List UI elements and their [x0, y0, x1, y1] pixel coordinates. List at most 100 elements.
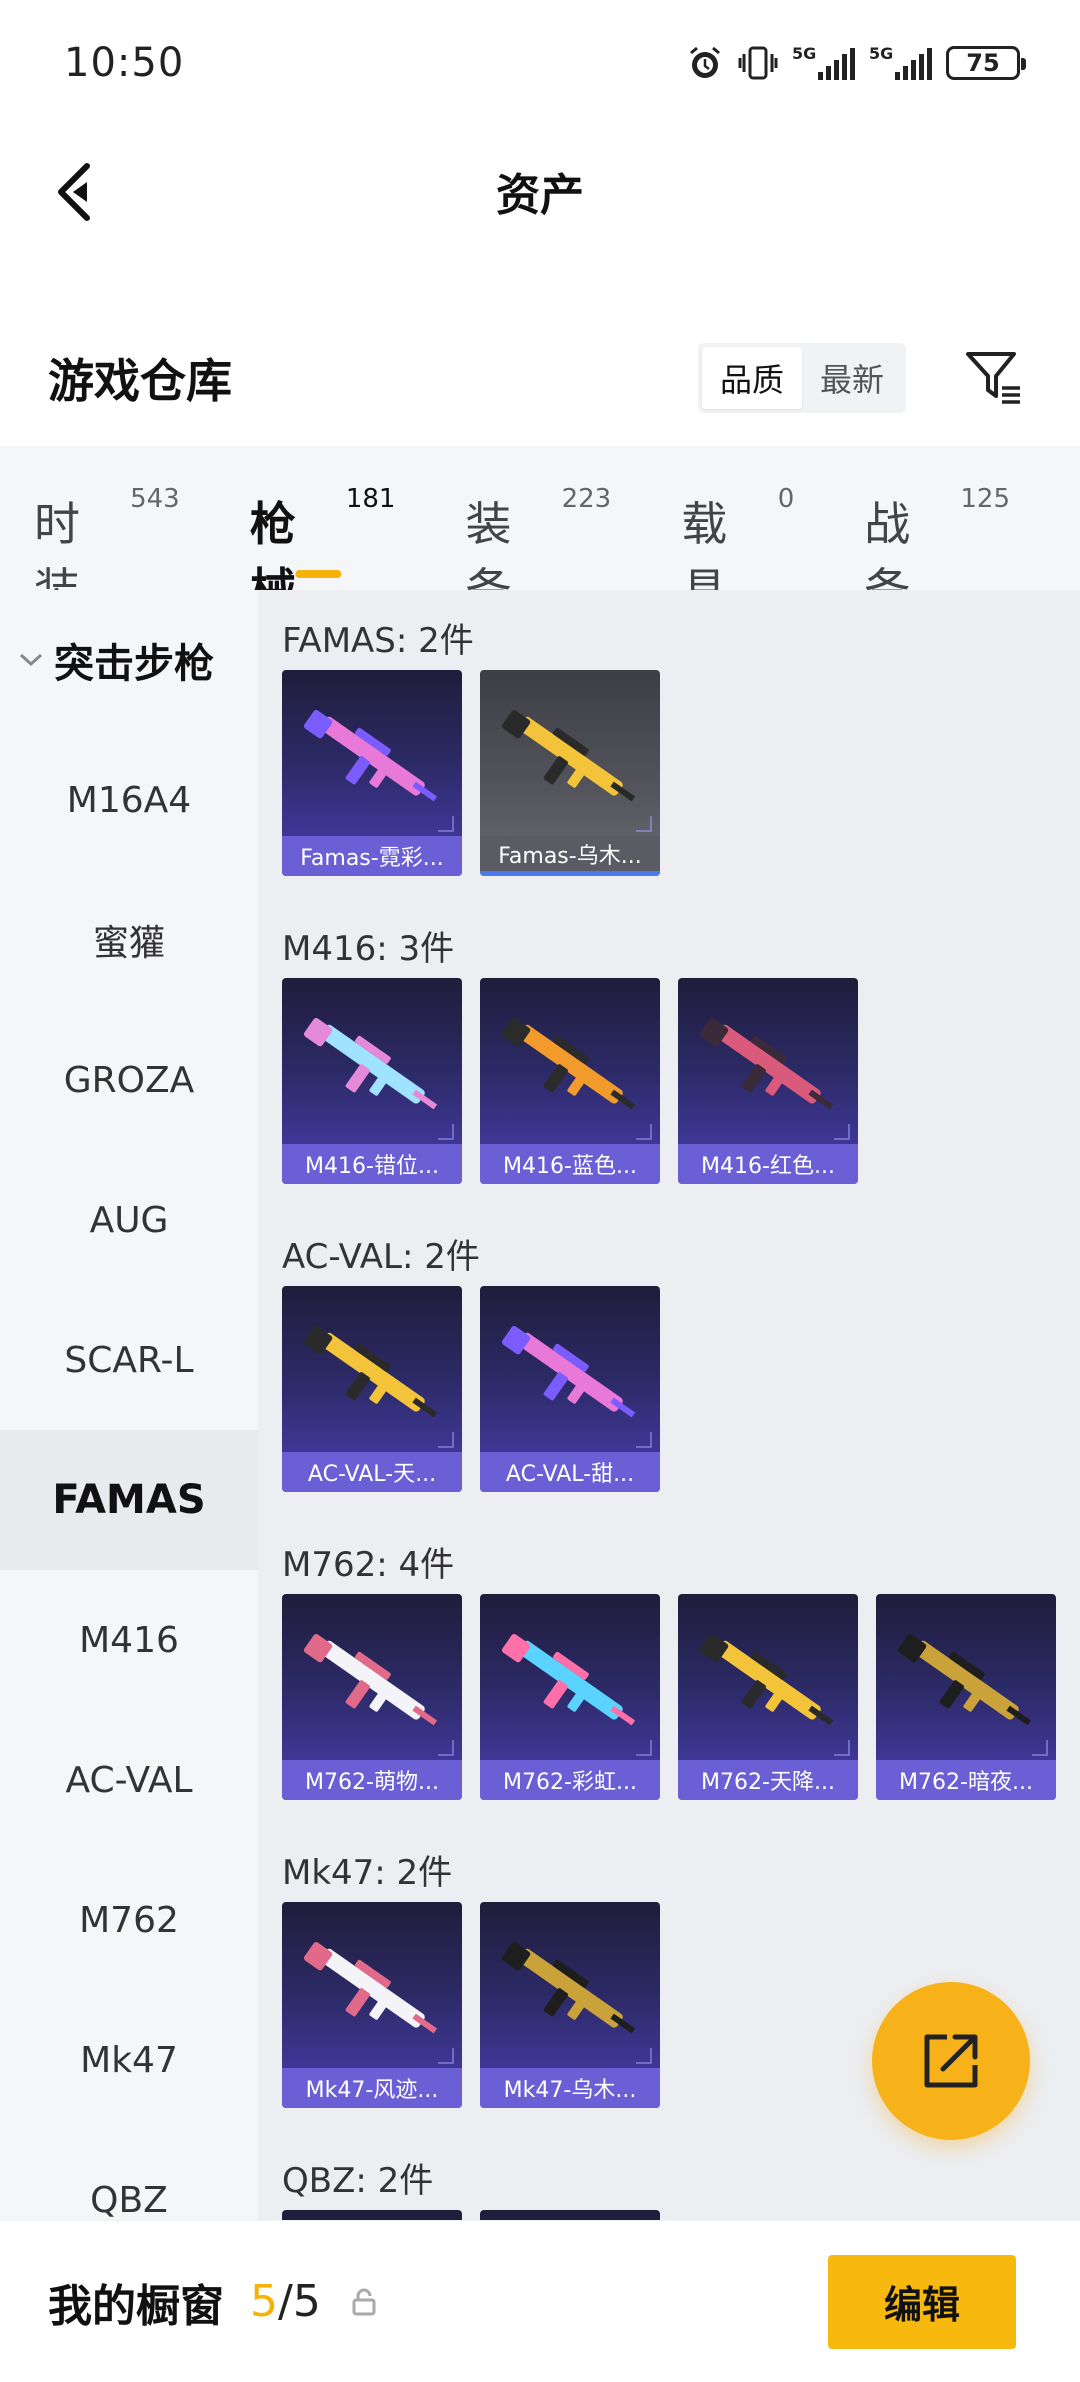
weapon-group-title: M416: 3件	[282, 928, 455, 969]
skin-card[interactable]: AC-VAL-甜...	[480, 1286, 660, 1492]
sort-toggle: 品质 最新	[698, 343, 906, 413]
card-corner-decoration	[1032, 1740, 1048, 1756]
card-corner-decoration	[438, 816, 454, 832]
skin-card-row: M762-萌物... M762-彩虹... M762-天降... M762-暗夜...	[282, 1594, 1080, 1822]
tab-vehicles[interactable]: 载具0	[681, 478, 794, 617]
sort-option-quality[interactable]: 品质	[702, 347, 802, 409]
sidebar-item-m16a4[interactable]: M16A4	[0, 730, 258, 870]
skin-card-row: AC-VAL-天... AC-VAL-甜...	[282, 1286, 1080, 1514]
skin-card[interactable]: M416-错位...	[282, 978, 462, 1184]
share-icon	[924, 2034, 978, 2088]
vibrate-icon	[738, 44, 778, 82]
share-button[interactable]	[872, 1982, 1030, 2140]
sidebar-item-ac-val[interactable]: AC-VAL	[0, 1710, 258, 1850]
skin-image	[490, 692, 650, 822]
skin-image	[490, 1616, 650, 1746]
back-arrow-icon	[58, 163, 90, 221]
status-bar: 10:50 5G 5G 75	[0, 0, 1080, 126]
skin-image	[292, 692, 452, 822]
skin-name: M762-彩虹...	[480, 1760, 660, 1800]
weapon-group: FAMAS: 2件 Famas-霓彩... Famas-乌木...	[282, 590, 1080, 898]
skin-name: Mk47-乌木...	[480, 2068, 660, 2108]
card-corner-decoration	[636, 2048, 652, 2064]
tab-supplies[interactable]: 战备125	[864, 478, 1010, 617]
sidebar-item-aug[interactable]: AUG	[0, 1150, 258, 1290]
skin-name: M762-天降...	[678, 1760, 858, 1800]
skin-card[interactable]: M416-蓝色...	[480, 978, 660, 1184]
sidebar-item-m416[interactable]: M416	[0, 1570, 258, 1710]
alarm-icon	[686, 44, 724, 82]
chevron-down-icon	[19, 653, 43, 667]
sidebar-item-m762[interactable]: M762	[0, 1850, 258, 1990]
skin-name: M762-暗夜...	[876, 1760, 1056, 1800]
skin-name: AC-VAL-天...	[282, 1452, 462, 1492]
sidebar-item-qbz[interactable]: QBZ	[0, 2130, 258, 2221]
weapon-group-title: M762: 4件	[282, 1544, 455, 1585]
showcase-bar: 我的橱窗 5/5 编辑	[0, 2220, 1080, 2382]
card-corner-decoration	[636, 1432, 652, 1448]
status-time: 10:50	[64, 40, 185, 86]
showcase-title: 我的橱窗	[48, 2280, 224, 2332]
skin-image	[292, 1616, 452, 1746]
skin-name: AC-VAL-甜...	[480, 1452, 660, 1492]
skin-card[interactable]: M762-暗夜...	[876, 1594, 1056, 1800]
sidebar-item-groza[interactable]: GROZA	[0, 1010, 258, 1150]
back-button[interactable]	[40, 154, 110, 230]
skin-card[interactable]	[480, 2210, 660, 2220]
sidebar-item-scar-l[interactable]: SCAR-L	[0, 1290, 258, 1430]
skin-card[interactable]: Mk47-风迹...	[282, 1902, 462, 2108]
weapon-group: M762: 4件 M762-萌物... M762-彩虹... M762-天降... M7…	[282, 1514, 1080, 1822]
sort-option-newest[interactable]: 最新	[802, 347, 902, 409]
card-corner-decoration	[834, 1124, 850, 1140]
battery-indicator: 75	[946, 46, 1026, 80]
card-corner-decoration	[438, 1432, 454, 1448]
signal-5g-icon: 5G	[792, 44, 855, 80]
tab-equipment[interactable]: 装备223	[465, 478, 611, 617]
tab-fashion[interactable]: 时装543	[34, 478, 180, 617]
card-corner-decoration	[834, 1740, 850, 1756]
category-tabs: 时装543 枪械181 装备223 载具0 战备125	[0, 446, 1080, 617]
skin-card[interactable]: M762-天降...	[678, 1594, 858, 1800]
sidebar-group-assault-rifle[interactable]: 突击步枪	[0, 590, 258, 730]
filter-icon	[966, 352, 1020, 404]
skin-image	[490, 1924, 650, 2054]
sidebar-item-famas[interactable]: FAMAS	[0, 1430, 258, 1570]
skin-card-row	[282, 2210, 1080, 2220]
skin-card[interactable]: Famas-霓彩...	[282, 670, 462, 876]
weapon-sidebar: 突击步枪 M16A4 蜜獾 GROZA AUG SCAR-L FAMAS M41…	[0, 590, 258, 2220]
signal-5g-icon: 5G	[869, 44, 932, 80]
card-corner-decoration	[438, 1740, 454, 1756]
tab-firearms[interactable]: 枪械181	[250, 478, 396, 617]
skin-name: Famas-乌木...	[480, 836, 660, 876]
skin-card[interactable]	[282, 2210, 462, 2220]
skin-name: Famas-霓彩...	[282, 836, 462, 876]
sidebar-item-honey-badger[interactable]: 蜜獾	[0, 870, 258, 1010]
edit-button[interactable]: 编辑	[828, 2254, 1016, 2349]
card-corner-decoration	[636, 1740, 652, 1756]
skin-image	[292, 1308, 452, 1438]
skin-name: M416-红色...	[678, 1144, 858, 1184]
weapon-group-title: QBZ: 2件	[282, 2160, 434, 2201]
skin-image	[490, 1000, 650, 1130]
skin-card[interactable]: M416-红色...	[678, 978, 858, 1184]
warehouse-title: 游戏仓库	[48, 354, 232, 408]
skin-image	[688, 1000, 848, 1130]
filter-button[interactable]	[962, 346, 1026, 410]
warehouse-row: 游戏仓库 品质 最新	[0, 330, 1080, 426]
skin-image	[886, 1616, 1046, 1746]
skin-card[interactable]: AC-VAL-天...	[282, 1286, 462, 1492]
weapon-group-title: FAMAS: 2件	[282, 620, 474, 661]
skin-card-row: M416-错位... M416-蓝色... M416-红色...	[282, 978, 1080, 1206]
skin-name: Mk47-风迹...	[282, 2068, 462, 2108]
showcase-count: 5/5	[250, 2276, 321, 2327]
weapon-group: QBZ: 2件	[282, 2130, 1080, 2220]
card-corner-decoration	[438, 1124, 454, 1140]
lock-icon	[349, 2287, 379, 2317]
skin-card[interactable]: M762-萌物...	[282, 1594, 462, 1800]
skin-name: M762-萌物...	[282, 1760, 462, 1800]
skin-card[interactable]: M762-彩虹...	[480, 1594, 660, 1800]
skin-card[interactable]: Mk47-乌木...	[480, 1902, 660, 2108]
sidebar-item-mk47[interactable]: Mk47	[0, 1990, 258, 2130]
skin-name: M416-蓝色...	[480, 1144, 660, 1184]
skin-card[interactable]: Famas-乌木...	[480, 670, 660, 876]
